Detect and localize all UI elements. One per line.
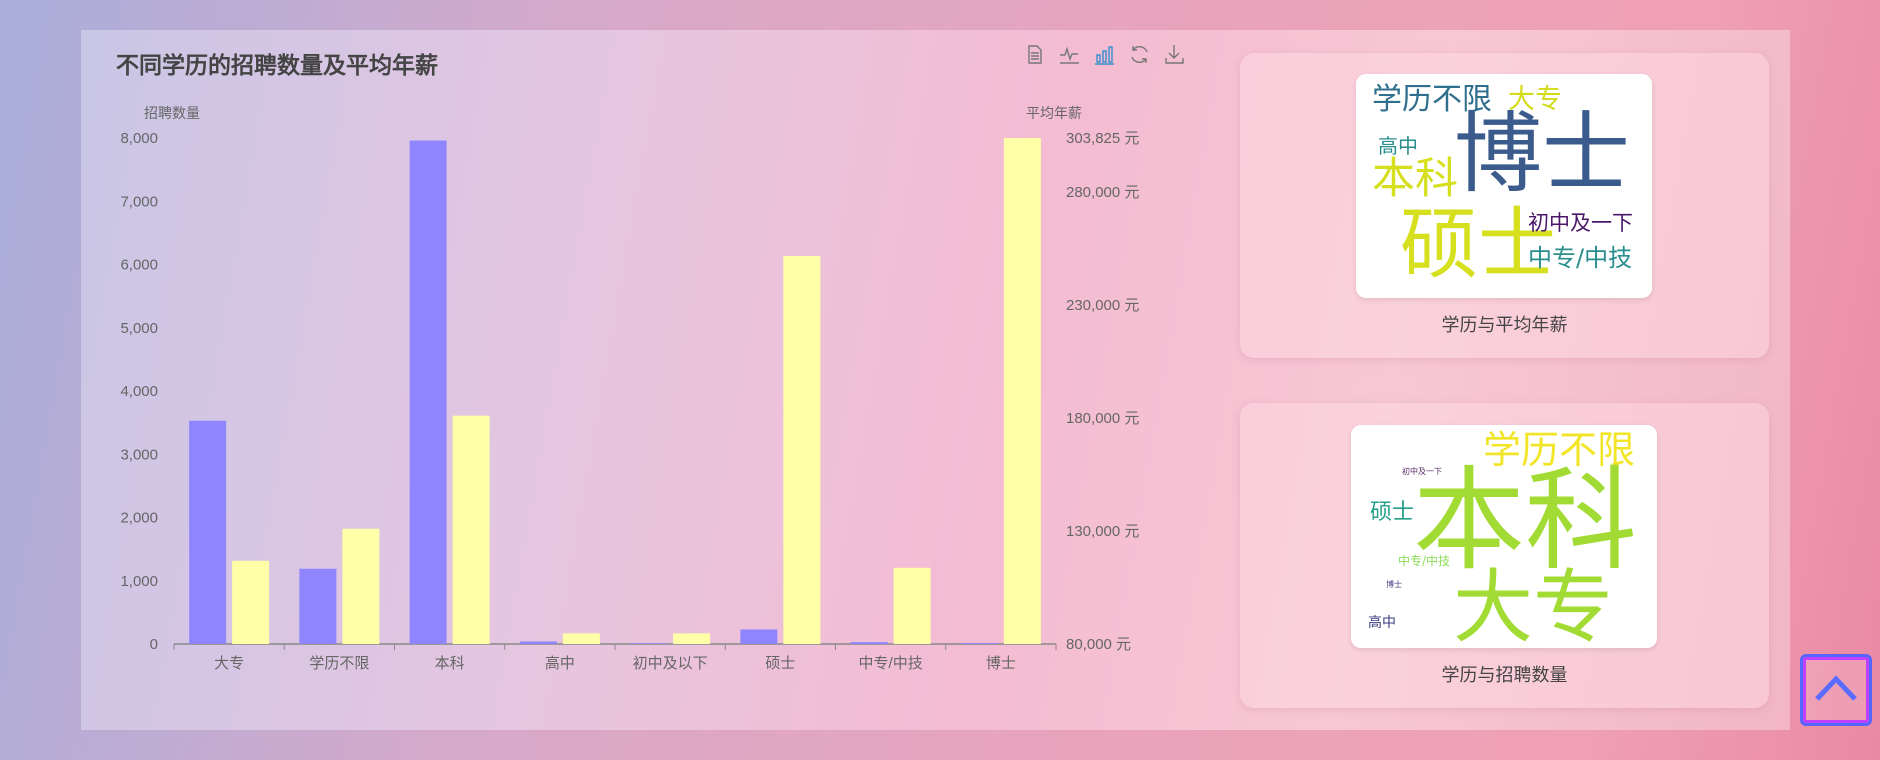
left-tick-label: 6,000 bbox=[120, 257, 158, 274]
wordcloud-caption: 学历与招聘数量 bbox=[1441, 665, 1568, 686]
x-tick-label: 初中及以下 bbox=[633, 655, 708, 672]
salary-bar bbox=[452, 415, 490, 644]
salary-bar bbox=[232, 560, 270, 644]
chevron-up-icon bbox=[1815, 675, 1857, 701]
count-bar bbox=[850, 642, 888, 644]
right-tick-label: 303,825 元 bbox=[1066, 130, 1139, 147]
salary-bar bbox=[783, 256, 821, 644]
x-tick-label: 本科 bbox=[435, 655, 465, 672]
word: 博士 bbox=[1386, 580, 1402, 589]
count-wordcloud-card[interactable]: 学历不限 初中及一下 本科 硕士 中专/中技 博士 高中 大专 学历与招聘数量 bbox=[1240, 403, 1769, 708]
count-bar bbox=[299, 568, 337, 644]
right-tick-label: 230,000 元 bbox=[1066, 297, 1139, 314]
word: 本科 bbox=[1372, 154, 1458, 204]
right-tick-label: 80,000 元 bbox=[1066, 636, 1131, 653]
salary-bar bbox=[342, 528, 380, 644]
salary-bar bbox=[893, 567, 931, 644]
left-tick-label: 7,000 bbox=[120, 193, 158, 210]
word: 博士 bbox=[1454, 102, 1631, 205]
count-bar bbox=[740, 629, 778, 644]
word: 高中 bbox=[1368, 615, 1396, 631]
x-tick-label: 学历不限 bbox=[309, 655, 369, 672]
count-bar bbox=[630, 643, 668, 644]
count-wordcloud: 学历不限 初中及一下 本科 硕士 中专/中技 博士 高中 大专 bbox=[1351, 425, 1657, 648]
count-bar bbox=[409, 140, 447, 644]
left-tick-label: 2,000 bbox=[120, 510, 158, 527]
word: 中专/中技 bbox=[1398, 554, 1451, 568]
word: 硕士 bbox=[1370, 500, 1415, 525]
x-tick-label: 高中 bbox=[545, 655, 575, 672]
salary-wordcloud: 学历不限 大专 高中 博士 本科 硕士 初中及一下 中专/中技 bbox=[1356, 74, 1652, 298]
left-tick-label: 1,000 bbox=[120, 573, 158, 590]
word: 大专 bbox=[1453, 561, 1613, 648]
left-tick-label: 4,000 bbox=[120, 383, 158, 400]
x-tick-label: 大专 bbox=[214, 655, 244, 672]
salary-bar bbox=[673, 633, 711, 644]
right-tick-label: 130,000 元 bbox=[1066, 523, 1139, 540]
salary-bar bbox=[1003, 138, 1041, 644]
left-tick-label: 8,000 bbox=[120, 130, 158, 147]
word: 高中 bbox=[1378, 134, 1418, 158]
count-bar bbox=[519, 641, 557, 644]
salary-bar bbox=[562, 633, 600, 644]
word: 中专/中技 bbox=[1528, 244, 1633, 272]
count-bar bbox=[189, 420, 227, 644]
left-tick-label: 5,000 bbox=[120, 320, 158, 337]
word: 初中及一下 bbox=[1528, 211, 1633, 235]
salary-wordcloud-card[interactable]: 学历不限 大专 高中 博士 本科 硕士 初中及一下 中专/中技 学历与平均年薪 bbox=[1240, 53, 1769, 358]
left-tick-label: 3,000 bbox=[120, 446, 158, 463]
count-bar bbox=[960, 643, 998, 644]
x-tick-label: 博士 bbox=[986, 655, 1016, 672]
right-tick-label: 280,000 元 bbox=[1066, 184, 1139, 201]
wordcloud-caption: 学历与平均年薪 bbox=[1441, 315, 1568, 336]
right-tick-label: 180,000 元 bbox=[1066, 410, 1139, 427]
x-tick-label: 中专/中技 bbox=[859, 655, 923, 672]
left-tick-label: 0 bbox=[150, 636, 158, 653]
back-to-top-button[interactable] bbox=[1800, 654, 1872, 726]
x-tick-label: 硕士 bbox=[765, 655, 795, 672]
